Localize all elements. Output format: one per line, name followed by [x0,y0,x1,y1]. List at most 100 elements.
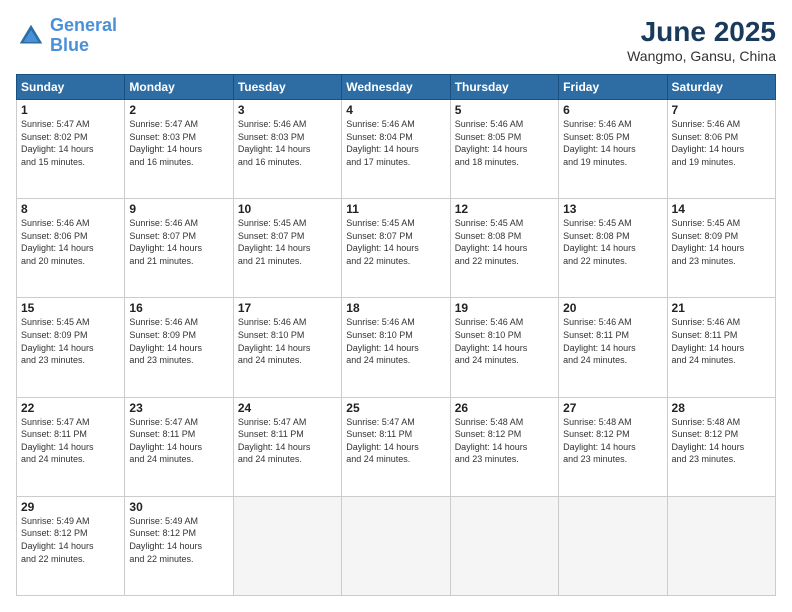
calendar-cell: 7Sunrise: 5:46 AM Sunset: 8:06 PM Daylig… [667,100,775,199]
day-info: Sunrise: 5:46 AM Sunset: 8:05 PM Dayligh… [455,118,554,168]
calendar-cell: 14Sunrise: 5:45 AM Sunset: 8:09 PM Dayli… [667,199,775,298]
day-number: 20 [563,301,662,315]
calendar-cell [450,496,558,595]
calendar-week-row: 1Sunrise: 5:47 AM Sunset: 8:02 PM Daylig… [17,100,776,199]
calendar-cell: 4Sunrise: 5:46 AM Sunset: 8:04 PM Daylig… [342,100,450,199]
day-info: Sunrise: 5:45 AM Sunset: 8:08 PM Dayligh… [563,217,662,267]
day-number: 1 [21,103,120,117]
day-info: Sunrise: 5:47 AM Sunset: 8:11 PM Dayligh… [129,416,228,466]
day-info: Sunrise: 5:46 AM Sunset: 8:03 PM Dayligh… [238,118,337,168]
day-number: 30 [129,500,228,514]
logo-text: General Blue [50,16,117,56]
calendar-cell: 17Sunrise: 5:46 AM Sunset: 8:10 PM Dayli… [233,298,341,397]
day-info: Sunrise: 5:47 AM Sunset: 8:03 PM Dayligh… [129,118,228,168]
day-info: Sunrise: 5:47 AM Sunset: 8:11 PM Dayligh… [21,416,120,466]
title-block: June 2025 Wangmo, Gansu, China [627,16,776,64]
location: Wangmo, Gansu, China [627,48,776,64]
day-number: 18 [346,301,445,315]
day-number: 3 [238,103,337,117]
day-number: 25 [346,401,445,415]
day-number: 28 [672,401,771,415]
day-number: 23 [129,401,228,415]
day-number: 11 [346,202,445,216]
calendar-cell: 11Sunrise: 5:45 AM Sunset: 8:07 PM Dayli… [342,199,450,298]
day-info: Sunrise: 5:47 AM Sunset: 8:11 PM Dayligh… [346,416,445,466]
page: General Blue June 2025 Wangmo, Gansu, Ch… [0,0,792,612]
day-info: Sunrise: 5:46 AM Sunset: 8:10 PM Dayligh… [238,316,337,366]
day-number: 29 [21,500,120,514]
day-info: Sunrise: 5:46 AM Sunset: 8:05 PM Dayligh… [563,118,662,168]
calendar-cell: 22Sunrise: 5:47 AM Sunset: 8:11 PM Dayli… [17,397,125,496]
calendar-cell: 26Sunrise: 5:48 AM Sunset: 8:12 PM Dayli… [450,397,558,496]
calendar-cell: 20Sunrise: 5:46 AM Sunset: 8:11 PM Dayli… [559,298,667,397]
calendar-header-friday: Friday [559,75,667,100]
day-number: 7 [672,103,771,117]
calendar-cell: 2Sunrise: 5:47 AM Sunset: 8:03 PM Daylig… [125,100,233,199]
calendar-header-saturday: Saturday [667,75,775,100]
logo-line2: Blue [50,35,89,55]
calendar-cell [559,496,667,595]
day-info: Sunrise: 5:48 AM Sunset: 8:12 PM Dayligh… [563,416,662,466]
day-info: Sunrise: 5:48 AM Sunset: 8:12 PM Dayligh… [455,416,554,466]
day-info: Sunrise: 5:45 AM Sunset: 8:08 PM Dayligh… [455,217,554,267]
day-info: Sunrise: 5:46 AM Sunset: 8:11 PM Dayligh… [672,316,771,366]
logo-line1: General [50,15,117,35]
calendar-cell: 15Sunrise: 5:45 AM Sunset: 8:09 PM Dayli… [17,298,125,397]
calendar-header-wednesday: Wednesday [342,75,450,100]
calendar-cell: 10Sunrise: 5:45 AM Sunset: 8:07 PM Dayli… [233,199,341,298]
calendar-header-tuesday: Tuesday [233,75,341,100]
logo: General Blue [16,16,117,56]
calendar-cell [233,496,341,595]
day-number: 27 [563,401,662,415]
calendar-cell: 28Sunrise: 5:48 AM Sunset: 8:12 PM Dayli… [667,397,775,496]
calendar-cell: 27Sunrise: 5:48 AM Sunset: 8:12 PM Dayli… [559,397,667,496]
day-info: Sunrise: 5:46 AM Sunset: 8:06 PM Dayligh… [672,118,771,168]
calendar-cell: 21Sunrise: 5:46 AM Sunset: 8:11 PM Dayli… [667,298,775,397]
calendar-cell: 3Sunrise: 5:46 AM Sunset: 8:03 PM Daylig… [233,100,341,199]
calendar-week-row: 29 Sunrise: 5:49 AM Sunset: 8:12 PM Dayli… [17,496,776,595]
calendar-week-row: 22Sunrise: 5:47 AM Sunset: 8:11 PM Dayli… [17,397,776,496]
calendar-cell: 19Sunrise: 5:46 AM Sunset: 8:10 PM Dayli… [450,298,558,397]
calendar-week-row: 15Sunrise: 5:45 AM Sunset: 8:09 PM Dayli… [17,298,776,397]
day-number: 19 [455,301,554,315]
day-info: Sunrise: 5:45 AM Sunset: 8:07 PM Dayligh… [346,217,445,267]
calendar-cell: 30Sunrise: 5:49 AM Sunset: 8:12 PM Dayli… [125,496,233,595]
calendar-cell [342,496,450,595]
day-number: 2 [129,103,228,117]
day-info: Sunrise: 5:46 AM Sunset: 8:09 PM Dayligh… [129,316,228,366]
calendar-cell: 9Sunrise: 5:46 AM Sunset: 8:07 PM Daylig… [125,199,233,298]
day-number: 17 [238,301,337,315]
header: General Blue June 2025 Wangmo, Gansu, Ch… [16,16,776,64]
calendar-cell: 5Sunrise: 5:46 AM Sunset: 8:05 PM Daylig… [450,100,558,199]
logo-icon [16,21,46,51]
calendar-header-thursday: Thursday [450,75,558,100]
day-info: Sunrise: 5:46 AM Sunset: 8:10 PM Dayligh… [455,316,554,366]
calendar-cell [667,496,775,595]
day-number: 21 [672,301,771,315]
day-info: Sunrise: 5:48 AM Sunset: 8:12 PM Dayligh… [672,416,771,466]
day-info: Sunrise: 5:47 AM Sunset: 8:11 PM Dayligh… [238,416,337,466]
calendar: SundayMondayTuesdayWednesdayThursdayFrid… [16,74,776,596]
day-number: 10 [238,202,337,216]
calendar-cell: 23Sunrise: 5:47 AM Sunset: 8:11 PM Dayli… [125,397,233,496]
calendar-cell: 29Sunrise: 5:49 AM Sunset: 8:12 PM Dayli… [17,496,125,595]
calendar-header-monday: Monday [125,75,233,100]
calendar-cell: 6Sunrise: 5:46 AM Sunset: 8:05 PM Daylig… [559,100,667,199]
day-info: Sunrise: 5:45 AM Sunset: 8:09 PM Dayligh… [672,217,771,267]
calendar-header-row: SundayMondayTuesdayWednesdayThursdayFrid… [17,75,776,100]
day-number: 12 [455,202,554,216]
calendar-cell: 18Sunrise: 5:46 AM Sunset: 8:10 PM Dayli… [342,298,450,397]
calendar-header-sunday: Sunday [17,75,125,100]
month-title: June 2025 [627,16,776,48]
day-info: Sunrise: 5:46 AM Sunset: 8:11 PM Dayligh… [563,316,662,366]
day-info: Sunrise: 5:46 AM Sunset: 8:04 PM Dayligh… [346,118,445,168]
calendar-cell: 13Sunrise: 5:45 AM Sunset: 8:08 PM Dayli… [559,199,667,298]
day-number: 26 [455,401,554,415]
day-number: 5 [455,103,554,117]
day-info: Sunrise: 5:45 AM Sunset: 8:07 PM Dayligh… [238,217,337,267]
calendar-cell: 8Sunrise: 5:46 AM Sunset: 8:06 PM Daylig… [17,199,125,298]
day-info: Sunrise: 5:49 AM Sunset: 8:12 PM Dayligh… [129,515,228,565]
calendar-cell: 1Sunrise: 5:47 AM Sunset: 8:02 PM Daylig… [17,100,125,199]
day-number: 8 [21,202,120,216]
day-info: Sunrise: 5:45 AM Sunset: 8:09 PM Dayligh… [21,316,120,366]
